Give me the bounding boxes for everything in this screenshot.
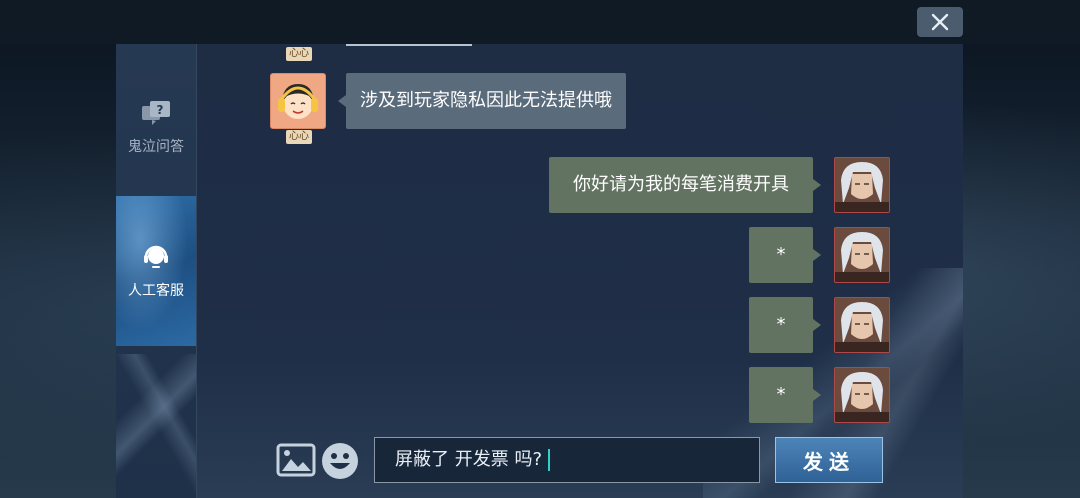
sidebar-item-qa[interactable]: ? 鬼泣问答 bbox=[116, 88, 196, 168]
send-button[interactable]: 发送 bbox=[775, 437, 883, 483]
user-message-bubble: * bbox=[749, 367, 821, 423]
question-chat-icon: ? bbox=[140, 100, 172, 130]
agent-name-tag: 心心 bbox=[286, 47, 312, 61]
user-avatar bbox=[834, 157, 890, 213]
close-icon bbox=[931, 13, 949, 31]
headset-icon bbox=[142, 242, 170, 274]
image-button[interactable] bbox=[276, 443, 316, 481]
user-message-bubble: 你好请为我的每笔消费开具 bbox=[549, 157, 821, 213]
previous-message-edge bbox=[346, 44, 472, 46]
agent-name-tag: 心心 bbox=[286, 130, 312, 144]
svg-text:?: ? bbox=[157, 103, 164, 117]
sidebar: ? 鬼泣问答 人工客服 bbox=[116, 44, 197, 498]
agent-message-bubble: 涉及到玩家隐私因此无法提供哦 bbox=[338, 73, 626, 129]
sidebar-decoration bbox=[116, 354, 196, 498]
message-input-text: 屏蔽了 开发票 吗? bbox=[395, 449, 542, 470]
user-message-bubble: * bbox=[749, 227, 821, 283]
chat-panel: ? 鬼泣问答 人工客服 心心 心心 涉及到玩家隐私因此无法提供哦 你好请为我的每… bbox=[116, 44, 963, 498]
user-avatar bbox=[834, 227, 890, 283]
agent-avatar bbox=[270, 73, 326, 129]
sidebar-item-label: 人工客服 bbox=[128, 283, 184, 299]
image-icon bbox=[276, 443, 316, 477]
sidebar-item-customer-service[interactable]: 人工客服 bbox=[116, 196, 196, 346]
close-button[interactable] bbox=[917, 7, 963, 37]
emoji-button[interactable] bbox=[321, 442, 359, 484]
text-caret bbox=[548, 449, 550, 471]
user-message-bubble: * bbox=[749, 297, 821, 353]
user-avatar bbox=[834, 367, 890, 423]
emoji-icon bbox=[322, 443, 358, 479]
user-avatar bbox=[834, 297, 890, 353]
sidebar-item-label: 鬼泣问答 bbox=[128, 139, 184, 155]
message-input[interactable]: 屏蔽了 开发票 吗? bbox=[374, 437, 760, 483]
